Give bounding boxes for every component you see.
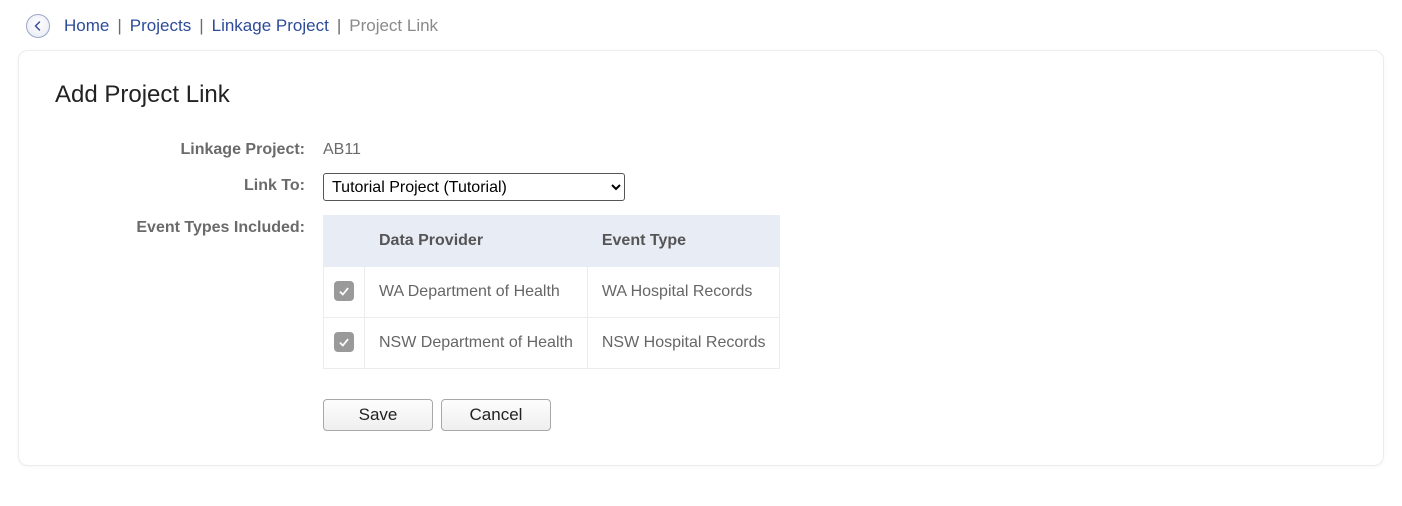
- page-title: Add Project Link: [55, 81, 1347, 109]
- link-to-select[interactable]: Tutorial Project (Tutorial): [323, 173, 625, 201]
- cell-event-type: NSW Hospital Records: [587, 318, 780, 369]
- table-row: WA Department of Health WA Hospital Reco…: [324, 267, 780, 318]
- table-header-event-type: Event Type: [587, 216, 780, 267]
- table-header-checkbox: [324, 216, 365, 267]
- breadcrumb-link-linkage-project[interactable]: Linkage Project: [212, 16, 329, 36]
- label-event-types: Event Types Included:: [55, 215, 305, 237]
- breadcrumb-link-home[interactable]: Home: [64, 16, 109, 36]
- table-row: NSW Department of Health NSW Hospital Re…: [324, 318, 780, 369]
- cell-data-provider: NSW Department of Health: [365, 318, 588, 369]
- main-panel: Add Project Link Linkage Project: AB11 L…: [18, 50, 1384, 466]
- breadcrumb-link-projects[interactable]: Projects: [130, 16, 191, 36]
- breadcrumb-current: Project Link: [349, 16, 438, 36]
- value-linkage-project: AB11: [323, 137, 1347, 159]
- cancel-button[interactable]: Cancel: [441, 399, 551, 431]
- breadcrumb-separator: |: [199, 16, 203, 36]
- label-link-to: Link To:: [55, 173, 305, 195]
- row-checkbox[interactable]: [334, 281, 354, 301]
- save-button[interactable]: Save: [323, 399, 433, 431]
- breadcrumb: Home | Projects | Linkage Project | Proj…: [18, 10, 1384, 48]
- table-header-data-provider: Data Provider: [365, 216, 588, 267]
- row-checkbox[interactable]: [334, 332, 354, 352]
- cell-data-provider: WA Department of Health: [365, 267, 588, 318]
- breadcrumb-separator: |: [117, 16, 121, 36]
- label-linkage-project: Linkage Project:: [55, 137, 305, 159]
- cell-event-type: WA Hospital Records: [587, 267, 780, 318]
- back-arrow-icon[interactable]: [26, 14, 50, 38]
- event-types-table: Data Provider Event Type WA Department o…: [323, 215, 780, 369]
- breadcrumb-separator: |: [337, 16, 341, 36]
